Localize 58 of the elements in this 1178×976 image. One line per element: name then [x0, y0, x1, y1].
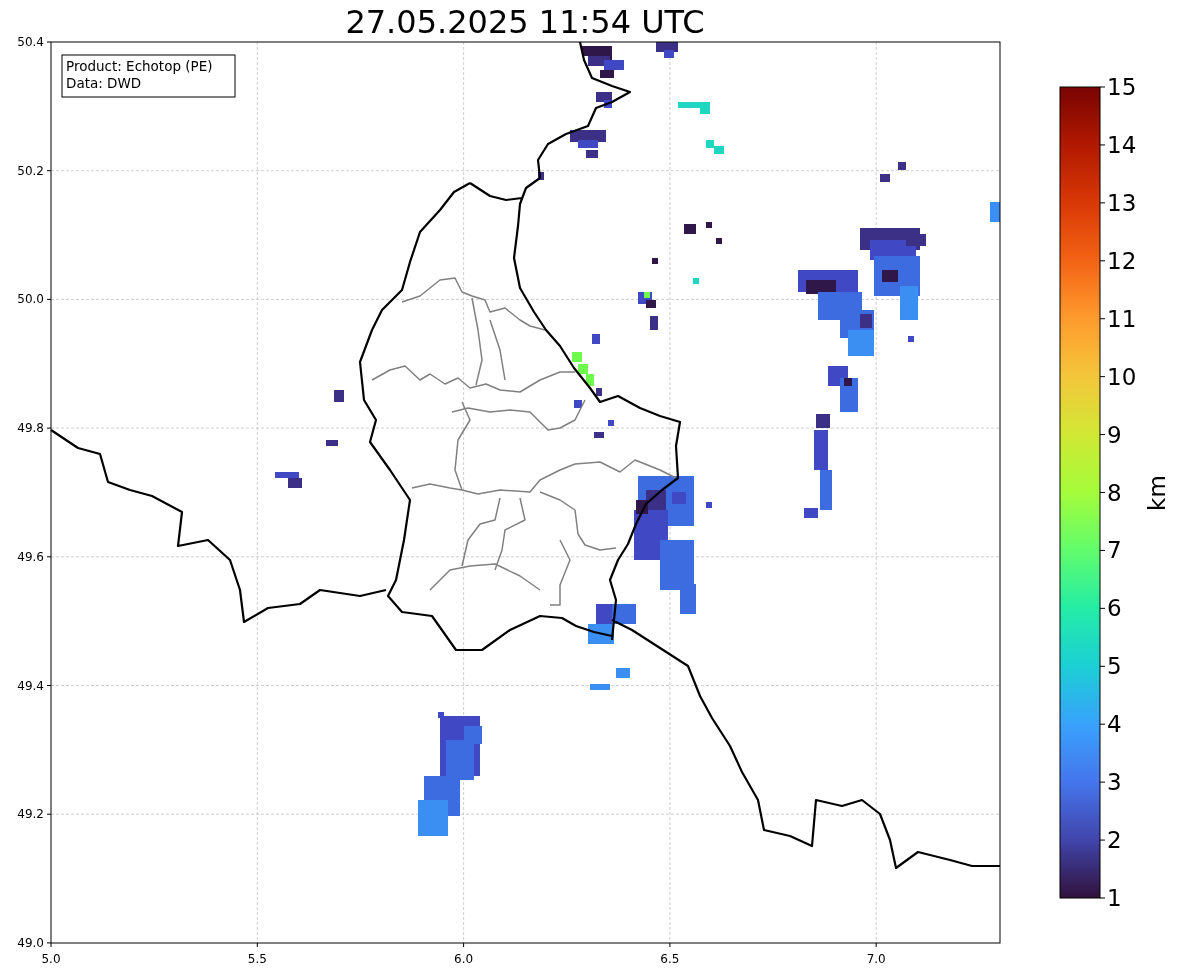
x-tick-label: 6.0 — [454, 952, 474, 966]
tick-mark — [1099, 839, 1106, 841]
tick-mark — [1099, 607, 1106, 609]
x-tick-label: 7.0 — [866, 952, 886, 966]
y-tick-label: 49.0 — [17, 935, 44, 950]
tick-mark — [875, 942, 877, 948]
colorbar-tick-label: 10 — [1107, 363, 1137, 390]
colorbar-tick-label: 2 — [1107, 827, 1122, 854]
colorbar-tick-label: 11 — [1107, 305, 1137, 332]
tick-mark — [46, 41, 52, 43]
y-tick-label: 50.2 — [17, 163, 44, 178]
tick-mark — [1099, 86, 1106, 88]
tick-mark — [1099, 897, 1106, 899]
colorbar-tick-label: 3 — [1107, 769, 1122, 796]
figure-title: 27.05.2025 11:54 UTC — [345, 3, 705, 41]
tick-mark — [1099, 723, 1106, 725]
y-tick-label: 49.4 — [17, 678, 44, 693]
tick-mark — [46, 813, 52, 815]
colorbar-tick-label: 6 — [1107, 595, 1122, 622]
colorbar-tick-label: 4 — [1107, 711, 1122, 738]
x-tick-label: 5.5 — [247, 952, 267, 966]
tick-mark — [669, 942, 671, 948]
tick-mark — [1099, 202, 1106, 204]
colorbar-tick-label: 5 — [1107, 653, 1122, 680]
tick-mark — [46, 427, 52, 429]
y-tick-label: 49.6 — [17, 549, 44, 564]
colorbar-label: km — [1144, 475, 1170, 511]
y-tick-label: 50.0 — [17, 292, 44, 307]
colorbar-tick-label: 14 — [1107, 131, 1137, 158]
tick-mark — [1099, 376, 1106, 378]
tick-mark — [46, 298, 52, 300]
colorbar-tick-label: 12 — [1107, 247, 1137, 274]
legend-text: Data: DWD — [66, 75, 142, 91]
colorbar-tick-label: 1 — [1107, 885, 1122, 911]
tick-mark — [1099, 781, 1106, 783]
tick-mark — [46, 685, 52, 686]
tick-mark — [1099, 665, 1106, 667]
tick-mark — [1099, 318, 1106, 320]
y-tick-label: 50.4 — [17, 35, 44, 49]
x-tick-label: 6.5 — [660, 952, 680, 966]
colorbar-tick-label: 7 — [1107, 537, 1122, 564]
colorbar-tick-label: 8 — [1107, 479, 1122, 506]
tick-mark — [256, 942, 258, 948]
colorbar-tick-label: 13 — [1107, 189, 1137, 216]
colorbar-tick-label: 9 — [1107, 421, 1122, 448]
tick-mark — [1099, 492, 1106, 493]
tick-mark — [463, 942, 465, 948]
tick-mark — [1099, 434, 1106, 436]
legend-text: Product: Echotop (PE) — [66, 58, 213, 74]
tick-mark — [1099, 260, 1106, 262]
tick-mark — [46, 556, 52, 558]
colorbar-tick-label: 15 — [1107, 74, 1137, 100]
x-tick-label: 5.0 — [41, 952, 61, 966]
tick-mark — [1099, 144, 1106, 146]
y-tick-label: 49.8 — [17, 421, 44, 436]
y-tick-label: 49.2 — [17, 807, 44, 822]
tick-mark — [46, 170, 52, 172]
tick-mark — [1099, 549, 1106, 551]
